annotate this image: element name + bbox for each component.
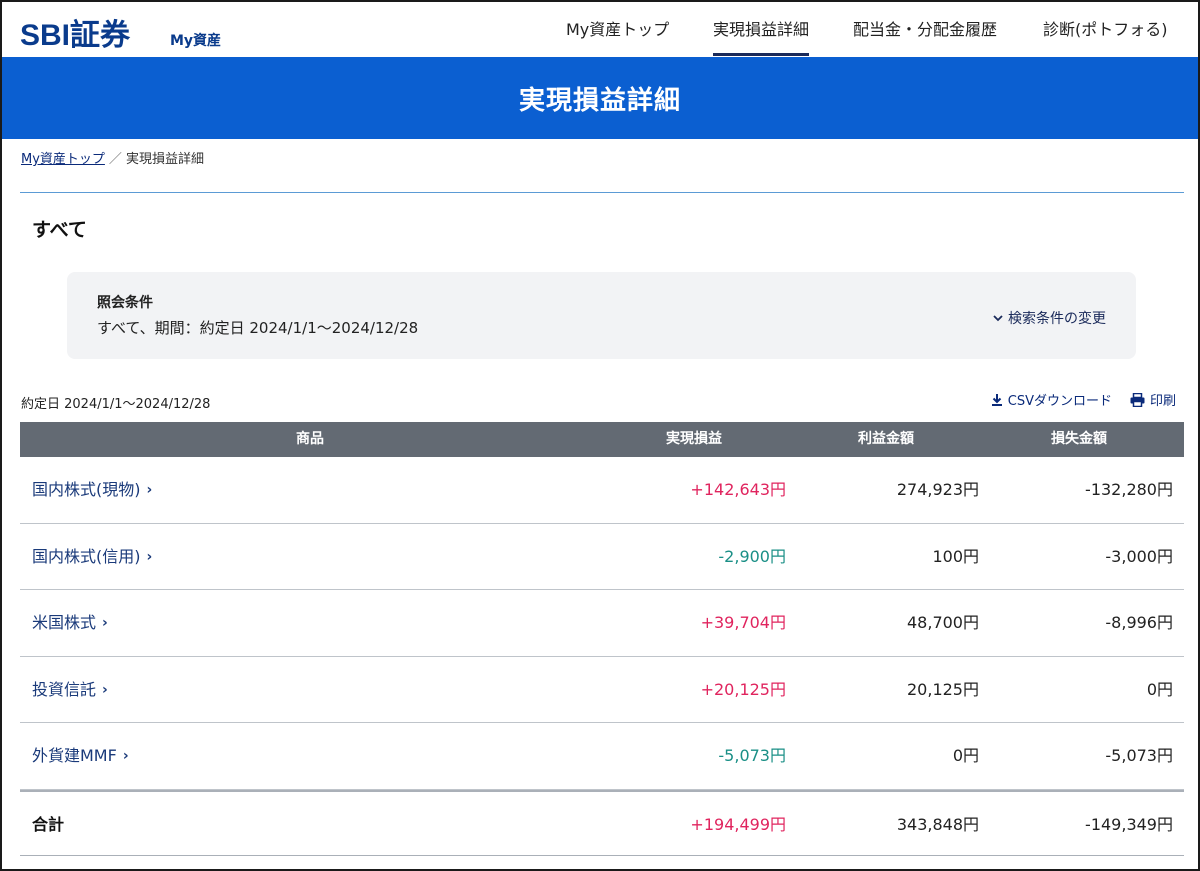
table-row: 国内株式(現物) › +142,643円 274,923円 -132,280円 (20, 457, 1184, 524)
print-label: 印刷 (1149, 394, 1176, 409)
download-icon (991, 393, 1002, 406)
site-header: SBI証券 My資産 My資産トップ 実現損益詳細 配当金・分配金履歴 診断(ポ… (2, 2, 1198, 57)
loss-amount-value: -5,073円 (1105, 746, 1173, 765)
product-link-foreign-mmf[interactable]: 外貨建MMF › (32, 723, 129, 789)
nav-diagnosis[interactable]: 診断(ポトフォる) (1043, 2, 1168, 57)
change-search-conditions-label: 検索条件の変更 (1008, 311, 1106, 327)
product-name: 外貨建MMF (32, 746, 117, 765)
product-name: 米国株式 (32, 613, 97, 632)
table-row: 投資信託 › +20,125円 20,125円 0円 (20, 657, 1184, 723)
query-value: すべて、期間：約定日 2024/1/1〜2024/12/28 (97, 319, 419, 337)
realized-pl-value: +39,704円 (700, 613, 786, 632)
nav-realized-pl[interactable]: 実現損益詳細 (713, 2, 810, 57)
product-name: 投資信託 (32, 679, 97, 699)
chevron-right-icon: › (102, 681, 108, 698)
product-link-domestic-stock-margin[interactable]: 国内株式(信用) › (32, 524, 152, 590)
loss-amount-value: -8,996円 (1105, 613, 1173, 632)
gain-amount-value: 100円 (932, 546, 979, 566)
product-name: 国内株式(信用) (32, 546, 141, 566)
total-realized-pl-value: +194,499円 (690, 814, 786, 834)
section-title: すべて (32, 219, 87, 241)
query-label: 照会条件 (97, 295, 153, 311)
my-assets-label: My資産 (170, 33, 222, 49)
csv-download-label: CSVダウンロード (1007, 394, 1112, 409)
chevron-down-icon (993, 315, 1003, 322)
table-header: 商品 実現損益 利益金額 損失金額 (20, 422, 1184, 457)
table-row: 外貨建MMF › -5,073円 0円 -5,073円 (20, 723, 1184, 790)
gain-amount-value: 48,700円 (907, 613, 979, 632)
period-text: 約定日 2024/1/1〜2024/12/28 (21, 397, 211, 412)
loss-amount-value: 0円 (1146, 679, 1173, 699)
product-link-investment-trust[interactable]: 投資信託 › (32, 657, 108, 723)
chevron-right-icon: › (146, 548, 153, 565)
breadcrumb-current: 実現損益詳細 (125, 152, 204, 167)
loss-amount-value: -3,000円 (1105, 546, 1173, 566)
chevron-right-icon: › (146, 482, 153, 498)
header-product: 商品 (296, 431, 324, 447)
header-loss-amount: 損失金額 (1051, 431, 1107, 447)
chevron-right-icon: › (122, 748, 129, 764)
total-loss-amount-value: -149,349円 (1085, 814, 1173, 834)
product-link-us-stock[interactable]: 米国株式 › (32, 590, 108, 656)
realized-pl-value: +20,125円 (700, 679, 786, 699)
nav-dividend-history[interactable]: 配当金・分配金履歴 (853, 2, 997, 57)
realized-pl-value: +142,643円 (690, 480, 786, 499)
page-banner: 実現損益詳細 (2, 57, 1198, 139)
chevron-right-icon: › (102, 615, 108, 631)
printer-icon (1130, 392, 1145, 407)
table-row: 米国株式 › +39,704円 48,700円 -8,996円 (20, 590, 1184, 657)
sbi-logo[interactable]: SBI証券 (20, 10, 130, 54)
header-realized-pl: 実現損益 (666, 431, 722, 447)
table-total-row: 合計 +194,499円 343,848円 -149,349円 (20, 789, 1184, 856)
breadcrumb-separator: ／ (108, 152, 122, 167)
change-search-conditions-button[interactable]: 検索条件の変更 (992, 308, 1106, 328)
gain-amount-value: 0円 (952, 746, 979, 765)
product-link-domestic-stock-cash[interactable]: 国内株式(現物) › (32, 457, 152, 523)
gain-amount-value: 20,125円 (907, 679, 979, 699)
nav-my-assets-top[interactable]: My資産トップ (566, 2, 669, 57)
realized-pl-value: -5,073円 (718, 746, 786, 765)
table-row: 国内株式(信用) › -2,900円 100円 -3,000円 (20, 524, 1184, 590)
page-title: 実現損益詳細 (518, 85, 681, 116)
gain-amount-value: 274,923円 (896, 480, 979, 499)
table-tools: CSVダウンロード 印刷 (991, 390, 1176, 409)
loss-amount-value: -132,280円 (1085, 480, 1173, 499)
print-button[interactable]: 印刷 (1130, 390, 1176, 409)
total-label: 合計 (32, 814, 65, 834)
realized-pl-value: -2,900円 (718, 546, 786, 566)
query-conditions-box: 照会条件 すべて、期間：約定日 2024/1/1〜2024/12/28 検索条件… (67, 272, 1136, 359)
header-gain-amount: 利益金額 (858, 431, 914, 447)
breadcrumb: My資産トップ／実現損益詳細 (21, 148, 204, 167)
csv-download-button[interactable]: CSVダウンロード (991, 390, 1112, 409)
product-name: 国内株式(現物) (32, 480, 141, 499)
realized-pl-table: 商品 実現損益 利益金額 損失金額 国内株式(現物) › +142,643円 27… (20, 422, 1184, 856)
breadcrumb-home-link[interactable]: My資産トップ (21, 152, 105, 167)
total-gain-amount-value: 343,848円 (896, 814, 979, 834)
section-divider (20, 192, 1184, 193)
